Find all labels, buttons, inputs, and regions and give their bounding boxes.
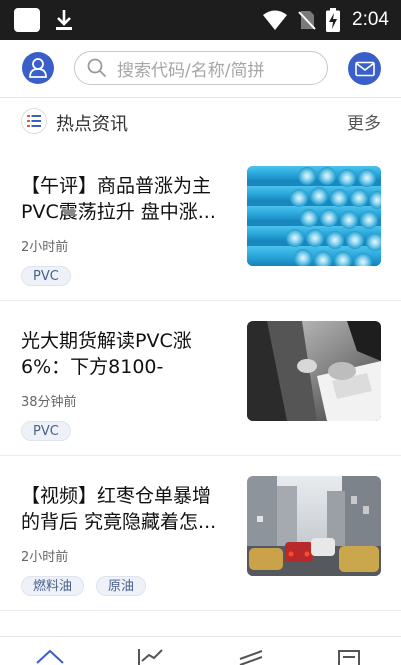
blue-pipes-image xyxy=(247,166,381,266)
tag[interactable]: PVC xyxy=(21,421,71,441)
battery-charging-icon xyxy=(326,8,341,32)
chart-icon[interactable] xyxy=(136,647,166,665)
news-title[interactable]: 【视频】红枣仓单暴增的背后 究竟隐藏着怎... xyxy=(21,483,229,535)
search-placeholder: 搜索代码/名称/简拼 xyxy=(117,60,265,81)
news-item[interactable]: 【午评】商品普涨为主 PVC震荡拉升 盘中涨... 2小时前 PVC xyxy=(0,146,401,301)
traffic-jam-image xyxy=(247,476,381,576)
section-title: 热点资讯 xyxy=(56,114,128,135)
news-time: 38分钟前 xyxy=(21,395,77,410)
messages-button[interactable] xyxy=(348,52,381,85)
news-time: 2小时前 xyxy=(21,550,69,565)
search-icon xyxy=(87,58,107,78)
business-meeting-image xyxy=(247,321,381,421)
user-icon xyxy=(29,58,47,78)
profile-button[interactable] xyxy=(22,52,54,84)
news-thumbnail[interactable] xyxy=(247,476,381,576)
download-icon xyxy=(56,10,72,30)
news-thumbnail[interactable] xyxy=(247,166,381,266)
mail-icon xyxy=(354,61,375,76)
wifi-icon xyxy=(263,10,288,30)
tag-list: 燃料油 原油 xyxy=(21,576,147,596)
news-title[interactable]: 光大期货解读PVC涨6%：下方8100-8300... xyxy=(21,328,229,380)
clock: 2:04 xyxy=(352,9,389,30)
tag[interactable]: PVC xyxy=(21,266,71,286)
trend-icon[interactable] xyxy=(236,647,266,665)
more-link[interactable]: 更多 xyxy=(347,109,381,134)
news-item[interactable]: 【视频】红枣仓单暴增的背后 究竟隐藏着怎... 2小时前 燃料油 原油 xyxy=(0,456,401,611)
document-icon[interactable] xyxy=(336,647,366,665)
search-input[interactable]: 搜索代码/名称/简拼 xyxy=(74,51,328,85)
news-title[interactable]: 【午评】商品普涨为主 PVC震荡拉升 盘中涨... xyxy=(21,173,229,225)
home-icon[interactable] xyxy=(35,647,65,665)
bottom-navigation xyxy=(0,636,401,665)
status-bar: 2:04 xyxy=(0,0,401,40)
app-notification-icon xyxy=(14,8,40,32)
tag[interactable]: 原油 xyxy=(96,576,147,596)
tag[interactable]: 燃料油 xyxy=(21,576,85,596)
tag-list: PVC xyxy=(21,421,71,441)
news-thumbnail[interactable] xyxy=(247,321,381,421)
no-sim-icon xyxy=(298,11,316,30)
top-bar: 搜索代码/名称/简拼 xyxy=(0,40,401,98)
news-time: 2小时前 xyxy=(21,240,69,255)
hot-news-section-header: 热点资讯 更多 xyxy=(0,98,401,146)
news-list-icon xyxy=(21,108,47,134)
news-item[interactable]: 光大期货解读PVC涨6%：下方8100-8300... 38分钟前 PVC xyxy=(0,301,401,456)
tag-list: PVC xyxy=(21,266,71,286)
